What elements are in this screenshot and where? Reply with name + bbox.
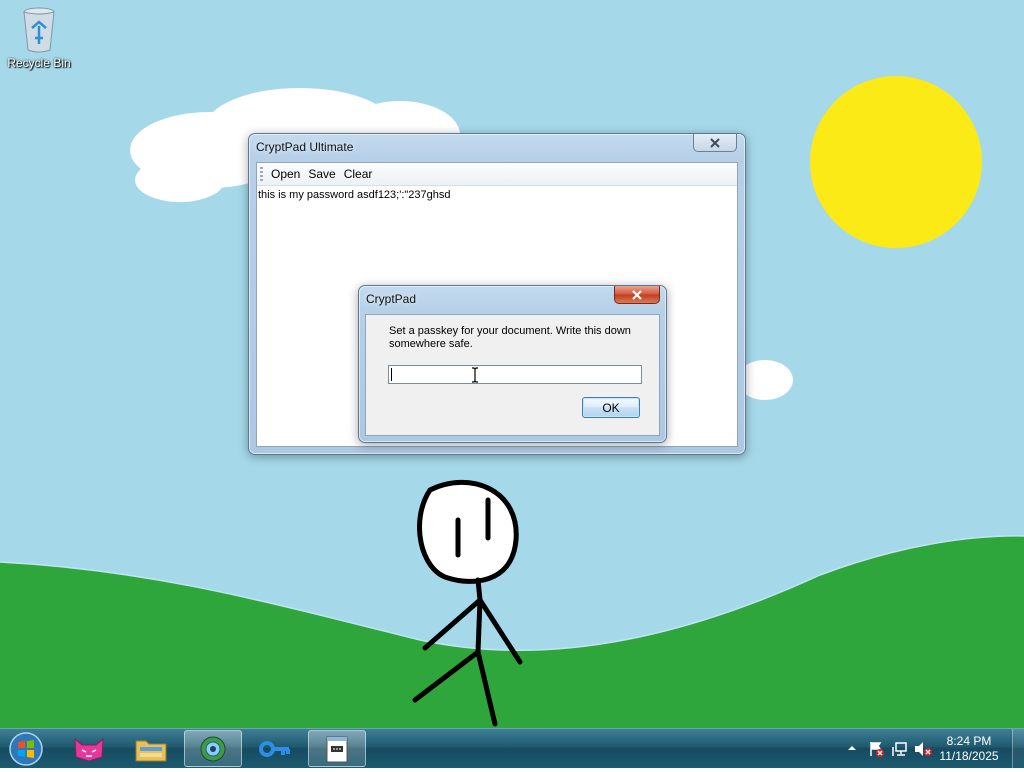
clock-time: 8:24 PM [946,734,992,748]
sun [810,76,982,248]
notepad-icon [326,736,348,762]
main-window-close-button[interactable] [693,134,737,152]
globe-media-icon [200,736,226,761]
menu-item-clear[interactable]: Clear [340,165,377,183]
dialog-message: Set a passkey for your document. Write t… [389,325,631,350]
desktop-icon-label: Recycle Bin [7,56,71,70]
dialog-close-button[interactable] [614,286,660,304]
dialog-title: CryptPad [366,292,417,306]
ibeam-cursor-icon [472,367,478,383]
taskbar: 8:24 PM 11/18/2025 [0,728,1024,769]
menu-bar: Open Save Clear [257,163,737,186]
document-editor[interactable]: this is my password asdf123;':"237ghsd [257,186,737,204]
action-center-icon[interactable] [868,741,884,757]
main-window-title: CryptPad Ultimate [256,140,354,154]
recycle-bin-icon [23,7,55,53]
ok-button[interactable]: OK [582,397,640,418]
text-caret [391,368,392,381]
start-button[interactable] [6,731,46,767]
taskbar-cat-app[interactable] [60,730,118,767]
taskbar-file-explorer[interactable] [122,730,180,767]
menu-item-open[interactable]: Open [267,165,304,183]
dialog-client: Set a passkey for your document. Write t… [365,314,660,436]
clock-date: 11/18/2025 [939,749,999,763]
folder-icon [135,740,167,761]
menu-grip-icon [260,167,263,181]
volume-muted-icon[interactable] [914,741,932,757]
taskbar-clock[interactable]: 8:24 PM 11/18/2025 [934,734,1004,764]
close-icon [632,289,642,300]
taskbar-cryptpad[interactable] [308,730,366,767]
taskbar-key-app[interactable] [246,730,304,767]
desktop: Recycle Bin CryptPad Ultimate Open Save … [0,0,1024,728]
windows-orb-icon [9,732,43,766]
close-icon [710,137,720,148]
key-icon [259,740,290,757]
taskbar-media-app[interactable] [184,730,242,767]
system-tray: 8:24 PM 11/18/2025 [834,729,1024,769]
menu-item-save[interactable]: Save [304,165,339,183]
network-icon[interactable] [892,741,908,757]
show-hidden-icon[interactable] [848,744,856,752]
desktop-icon-recycle-bin[interactable]: Recycle Bin [4,6,74,70]
main-window-titlebar[interactable]: CryptPad Ultimate [249,134,745,160]
passkey-dialog: CryptPad Set a passkey for your document… [358,285,667,443]
pink-cat-icon [74,737,104,762]
passkey-input[interactable] [388,365,642,384]
dialog-titlebar[interactable]: CryptPad [359,286,666,312]
show-desktop-button[interactable] [1012,729,1024,769]
